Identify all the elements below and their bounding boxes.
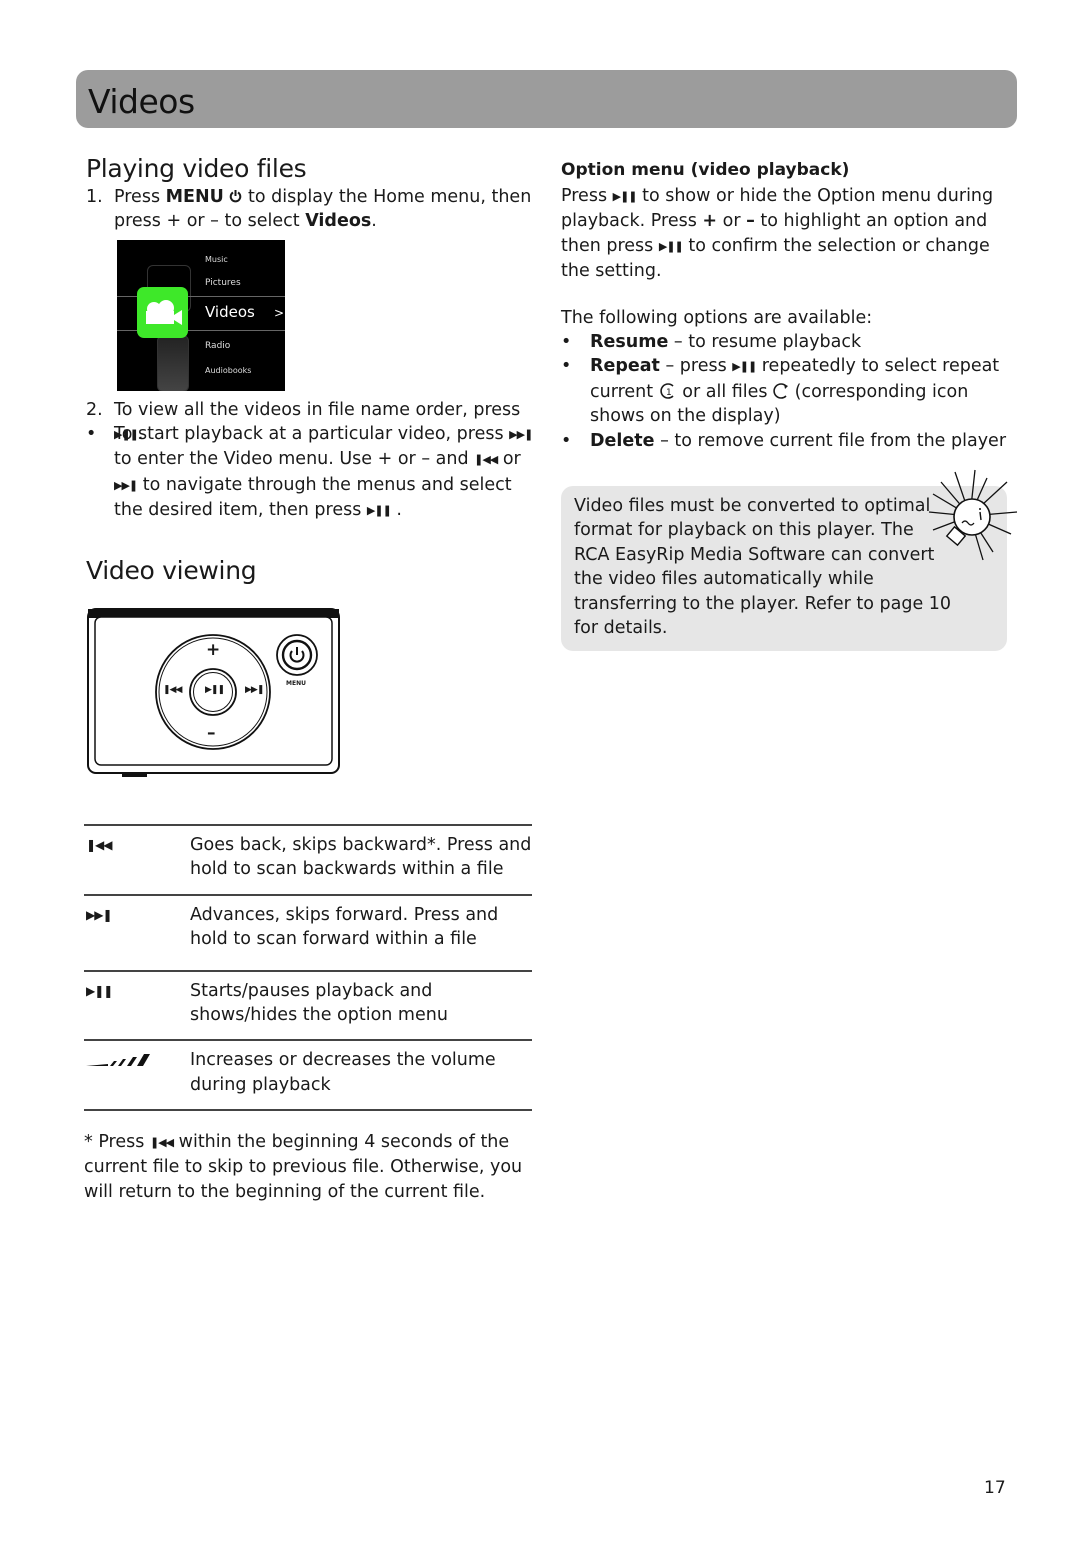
volume-icon [86,1053,152,1070]
row-description: Starts/pauses playback and shows/hides t… [190,980,448,1026]
video-camera-icon [146,300,182,325]
section-header-bar: Videos [76,70,1017,128]
option-menu-heading: Option menu (video playback) [561,160,850,180]
repeat-all-icon [773,383,789,399]
skip-back-icon: ❚◀◀ [474,453,498,467]
row-description: Increases or decreases the volume during… [190,1050,496,1095]
options-list: Resume – to resume playback Repeat – pre… [561,330,1011,453]
svg-text:1: 1 [666,388,672,398]
skip-forward-icon: ▶▶❚ [509,428,533,441]
chevron-right-icon: > [274,306,285,320]
menu-item-music: Music [205,255,228,264]
option-menu-paragraph: Press ▶❚❚ to show or hide the Option men… [561,186,994,282]
home-menu-screenshot: Music Pictures Videos > Radio Audiobooks [117,240,285,391]
option-resume: Resume – to resume playback [561,330,1011,355]
option-repeat: Repeat – press ▶❚❚ repeatedly to select … [561,354,1011,428]
repeat-one-icon: 1 [660,383,674,399]
section-title: Videos [88,82,195,121]
step-1: 1. Press MENU to display the Home menu, … [86,187,532,232]
option-delete: Delete – to remove current file from the… [561,429,1011,454]
menu-button-label: MENU [286,680,306,687]
menu-item-audiobooks: Audiobooks [205,366,252,375]
play-pause-icon: ▶❚❚ [366,504,392,518]
step-2-number: 2. [86,400,103,420]
page-number: 17 [984,1478,1006,1498]
skip-forward-icon: ▶▶❚ [86,907,112,922]
play-pause-icon: ▶❚❚ [205,685,225,695]
menu-item-videos: Videos [205,303,255,321]
player-controls-diagram: + – ❚◀◀ ▶▶❚ ▶❚❚ MENU [86,607,341,779]
lightbulb-icon [928,469,1018,561]
volume-down-label: – [207,723,216,743]
video-viewing-heading: Video viewing [86,556,257,585]
menu-item-radio: Radio [205,341,231,351]
skip-forward-icon: ▶▶❚ [245,685,264,695]
bullet-start-playback: • To start playback at a particular vide… [86,422,536,524]
playing-video-files-heading: Playing video files [86,154,307,183]
step-1-number: 1. [86,187,103,207]
options-intro: The following options are available: [561,308,873,328]
play-pause-icon: ▶❚❚ [732,360,757,374]
play-pause-icon: ▶❚❚ [658,239,684,253]
skip-back-icon: ❚◀◀ [149,1136,174,1149]
skip-forward-icon: ▶▶❚ [114,478,138,492]
play-pause-icon: ▶❚❚ [612,190,638,203]
videos-app-tile [137,287,188,338]
bullet-dot: • [86,424,97,444]
button-functions-table: ❚◀◀ Goes back, skips backward*. Press an… [84,824,532,1112]
power-icon [230,190,242,203]
play-pause-icon: ▶❚❚ [86,983,113,998]
table-row: ❚◀◀ Goes back, skips backward*. Press an… [84,824,532,894]
menu-label: MENU [165,187,224,207]
menu-item-pictures: Pictures [205,278,241,288]
table-row: ▶❚❚ Starts/pauses playback and shows/hid… [84,969,532,1040]
row-description: Advances, skips forward. Press and hold … [190,904,499,950]
tip-text: Video files must be converted to optimal… [574,496,952,639]
skip-back-icon: ❚◀◀ [163,685,182,695]
skip-back-icon: ❚◀◀ [86,838,112,852]
volume-up-label: + [206,640,221,660]
step-1-text: Press [114,187,166,207]
footnote: * Press ❚◀◀ within the beginning 4 secon… [84,1132,523,1202]
device-ghost-base [157,335,189,391]
videos-label: Videos [305,211,372,232]
table-row: ▶▶❚ Advances, skips forward. Press and h… [84,893,532,970]
table-row: Increases or decreases the volume during… [84,1039,532,1112]
row-description: Goes back, skips backward*. Press and ho… [190,835,532,880]
